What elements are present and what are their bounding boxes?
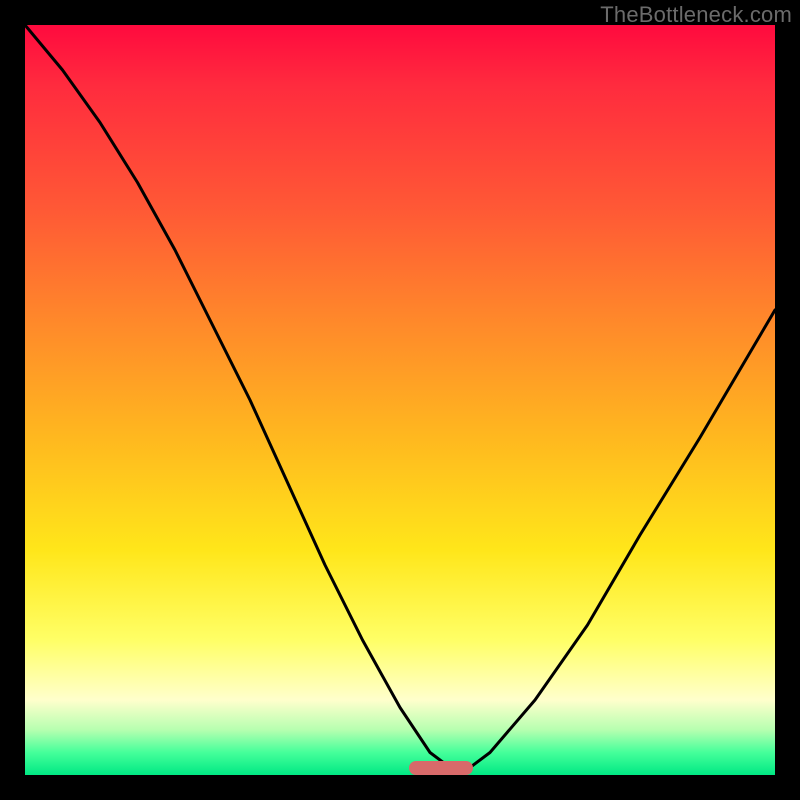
plot-area xyxy=(25,25,775,775)
optimal-range-marker xyxy=(409,761,473,775)
watermark-text: TheBottleneck.com xyxy=(600,2,792,28)
chart-frame xyxy=(25,25,775,775)
bottleneck-curve xyxy=(25,25,775,775)
